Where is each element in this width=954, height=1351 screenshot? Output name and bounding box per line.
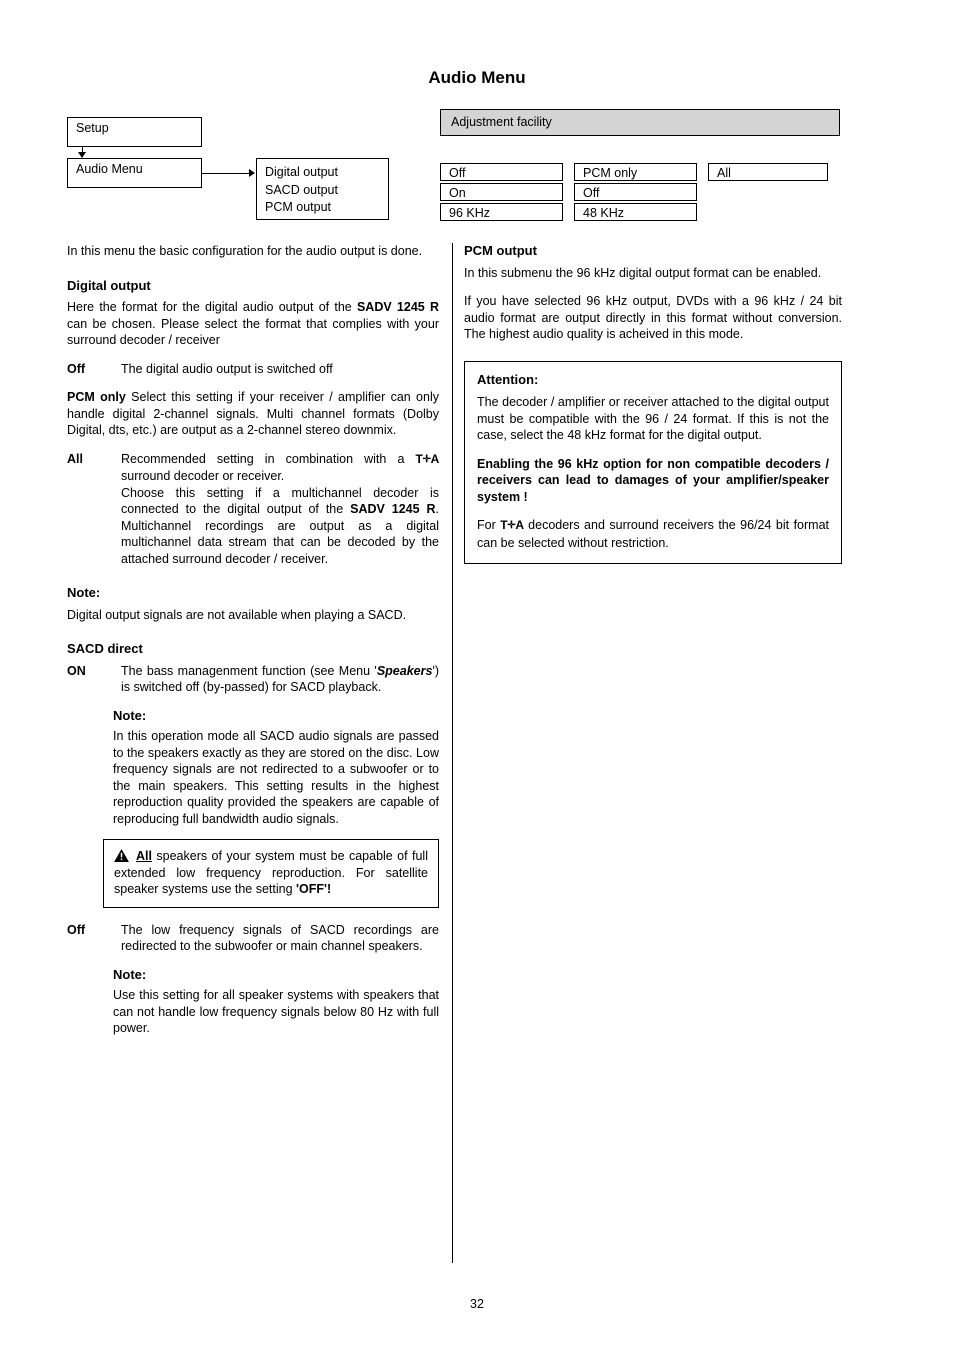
heading-pcm-output: PCM output (464, 243, 537, 258)
menu-item-sacd-output: SACD output (265, 182, 338, 197)
definition-off: Off The digital audio output is switched… (67, 361, 439, 378)
heading-attention: Attention: (477, 371, 539, 387)
attention-body-2: Enabling the 96 kHz option for non compa… (477, 456, 829, 504)
option-pcm-96khz: 96 KHz (440, 203, 563, 221)
digital-output-body: Here the format for the digital audio ou… (67, 299, 439, 349)
audio-menu-label: Audio Menu (76, 162, 143, 176)
option-label: Off (449, 166, 466, 180)
document-page: Audio Menu Setup Audio Menu Digital outp… (0, 0, 954, 1351)
desc-off: The digital audio output is switched off (121, 361, 333, 376)
adjustment-facility-label: Adjustment facility (451, 115, 552, 129)
diagram-box-setup: Setup (67, 117, 202, 147)
desc-sacd-off: The low frequency signals of SACD record… (121, 922, 439, 954)
definition-sacd-on: ON The bass managenment function (see Me… (67, 663, 439, 696)
attention-body-1: The decoder / amplifier or receiver atta… (477, 395, 829, 442)
option-sacd-off: Off (574, 183, 697, 201)
term-all: All (67, 451, 83, 466)
menu-reference-speakers: Speakers (376, 663, 433, 678)
attention-body-3: For T✛A decoders and surround receivers … (477, 517, 829, 551)
warning-text: All speakers of your system must be capa… (114, 848, 428, 898)
option-digital-all: All (708, 163, 828, 181)
option-label: 96 KHz (449, 206, 490, 220)
option-label: All (717, 166, 731, 180)
desc-on-part1: The bass managenment function (see Menu … (121, 663, 377, 678)
adjustment-facility-header: Adjustment facility (440, 109, 840, 136)
term-sacd-off: Off (67, 922, 86, 937)
diagram-box-audio-menu: Audio Menu (67, 158, 202, 188)
page-number: 32 (470, 1297, 484, 1311)
desc-on: The bass managenment function (see Menu … (121, 663, 439, 696)
column-divider (452, 243, 453, 1263)
definition-sacd-off: Off The low frequency signals of SACD re… (67, 922, 439, 955)
intro-paragraph: In this menu the basic configuration for… (67, 244, 423, 258)
attention-body-3-pre: For (477, 518, 501, 532)
option-digital-off: Off (440, 163, 563, 181)
attention-body-3-post: decoders and surround receivers the 96/2… (477, 518, 829, 550)
model-name: SADV 1245 R (350, 502, 436, 516)
setup-label: Setup (76, 121, 109, 135)
attention-box: Attention: The decoder / amplifier or re… (464, 360, 842, 564)
heading-sacd-note: Note: (113, 707, 147, 723)
menu-item-pcm-output: PCM output (265, 200, 332, 214)
term-on: ON (67, 663, 86, 678)
digital-output-body-part1: Here the format for the digital audio ou… (67, 300, 357, 314)
model-name: SADV 1245 R (356, 300, 439, 314)
option-label: PCM only (583, 166, 638, 180)
sacd-off-note-block: Note: Use this setting for all speaker s… (113, 967, 439, 1037)
right-column: PCM output In this submenu the 96 kHz di… (464, 243, 842, 564)
option-sacd-on: On (440, 183, 563, 201)
option-label: Off (583, 186, 600, 200)
warning-triangle-icon (114, 849, 129, 862)
connector-arrow-right-icon (249, 169, 255, 177)
menu-item-digital-output: Digital output (265, 165, 338, 179)
definition-pcm-only: PCM only Select this setting if your rec… (67, 389, 439, 439)
left-column: In this menu the basic configuration for… (67, 243, 439, 1049)
option-label: 48 KHz (583, 206, 624, 220)
brand-ta-logo: T✛A (415, 451, 440, 466)
term-off: Off (67, 361, 86, 376)
desc-all-part1: Recommended setting in combination with … (121, 451, 416, 466)
heading-sacd-note-2: Note: (113, 966, 147, 982)
digital-output-body-part2: can be chosen. Please select the format … (67, 316, 439, 348)
heading-sacd-direct: SACD direct (67, 641, 143, 656)
heading-note-1: Note: (67, 585, 101, 600)
diagram-box-menu-items: Digital output SACD output PCM output (256, 158, 389, 220)
sacd-note-body: In this operation mode all SACD audio si… (113, 729, 439, 826)
option-digital-pcm-only: PCM only (574, 163, 697, 181)
warning-setting: 'OFF'! (296, 882, 332, 896)
term-pcm-only: PCM only (67, 390, 126, 404)
sacd-note-2-body: Use this setting for all speaker systems… (113, 988, 439, 1035)
definition-all: All Recommended setting in combination w… (67, 451, 439, 568)
pcm-output-body-2: If you have selected 96 kHz output, DVDs… (464, 294, 842, 341)
note-1-body: Digital output signals are not available… (67, 607, 407, 622)
desc-all-part2: surround decoder or receiver. (121, 469, 285, 483)
connector-line-horizontal (202, 173, 250, 174)
warning-emphasis: All (136, 849, 152, 863)
sacd-on-note-block: Note: In this operation mode all SACD au… (113, 708, 439, 828)
warning-body: speakers of your system must be capable … (114, 849, 428, 896)
pcm-output-body-1: In this submenu the 96 kHz digital outpu… (464, 265, 822, 280)
warning-box: All speakers of your system must be capa… (103, 839, 439, 908)
heading-digital-output: Digital output (67, 277, 151, 293)
brand-ta-logo: T✛A (500, 518, 524, 532)
desc-all: Recommended setting in combination with … (121, 451, 439, 568)
option-pcm-48khz: 48 KHz (574, 203, 697, 221)
page-title: Audio Menu (428, 68, 526, 87)
option-label: On (449, 186, 466, 200)
